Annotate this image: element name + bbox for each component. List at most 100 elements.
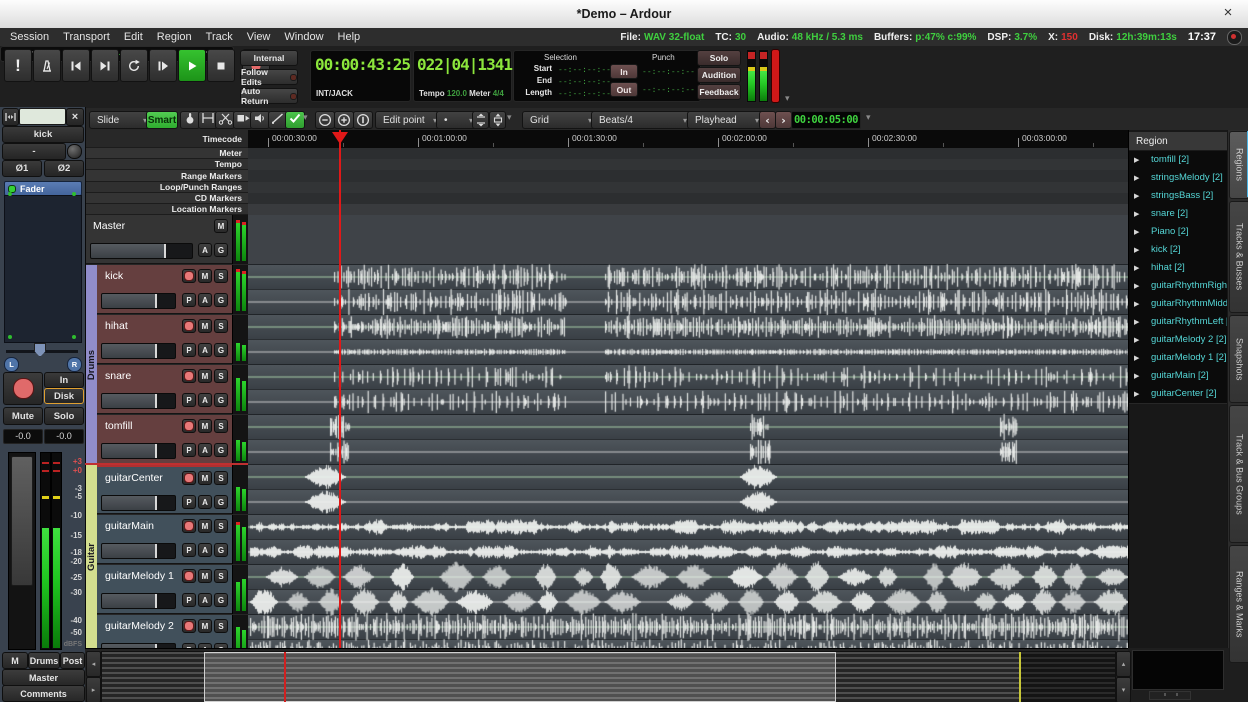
peak-display[interactable]: -0.0 bbox=[44, 429, 84, 444]
region-list-item[interactable]: ▶snare [2] bbox=[1129, 205, 1227, 224]
record-arm-button[interactable] bbox=[182, 419, 196, 433]
expander-icon[interactable]: ▶ bbox=[1134, 282, 1139, 290]
play-button[interactable] bbox=[178, 49, 206, 82]
zoom-fit-button[interactable] bbox=[353, 111, 373, 129]
record-arm-button[interactable] bbox=[182, 369, 196, 383]
track-fader[interactable] bbox=[101, 293, 176, 309]
tab-post[interactable]: Post bbox=[60, 652, 85, 669]
g-track-button[interactable]: G bbox=[214, 593, 228, 607]
m-track-button[interactable]: M bbox=[198, 319, 212, 333]
scroll-right-button[interactable]: ▸ bbox=[86, 677, 101, 702]
loop-button[interactable] bbox=[120, 49, 148, 82]
expander-icon[interactable]: ▶ bbox=[1134, 246, 1139, 254]
smart-mode-button[interactable]: Smart bbox=[146, 111, 178, 129]
gain-fader-track[interactable] bbox=[8, 452, 36, 650]
phase-invert-1-button[interactable]: Ø1 bbox=[2, 160, 42, 177]
comments-button[interactable]: Comments bbox=[2, 685, 85, 702]
track-name[interactable]: kick bbox=[105, 270, 123, 282]
strip-track-name[interactable]: kick bbox=[2, 126, 84, 143]
selection-row-value[interactable]: --:--:--:-- bbox=[558, 77, 611, 86]
strip-close-icon[interactable]: × bbox=[66, 108, 84, 126]
track-name[interactable]: guitarMelody 1 bbox=[105, 570, 174, 582]
m-track-button[interactable]: M bbox=[198, 519, 212, 533]
region-list-item[interactable]: ▶guitarRhythmMiddle [2] bbox=[1129, 295, 1227, 314]
track-header-guitarmelody-2[interactable]: guitarMelody 2MSPAG bbox=[97, 615, 232, 648]
record-arm-button[interactable] bbox=[182, 619, 196, 633]
punch-in-button[interactable]: In bbox=[610, 64, 638, 79]
punch-out-time[interactable]: --:--:--:-- bbox=[642, 85, 695, 94]
expander-icon[interactable]: ▶ bbox=[1134, 318, 1139, 326]
nudge-back-button[interactable]: ‹ bbox=[759, 111, 776, 129]
track-header-guitarmelody-1[interactable]: guitarMelody 1MSPAG bbox=[97, 565, 232, 614]
region-list-item[interactable]: ▶Piano [2] bbox=[1129, 223, 1227, 242]
expander-icon[interactable]: ▶ bbox=[1134, 192, 1139, 200]
nudge-clock[interactable]: 00:00:05:00 bbox=[791, 111, 861, 129]
snap-grid-dropdown[interactable]: Grid▾ bbox=[522, 111, 597, 129]
error-log-button[interactable] bbox=[1227, 30, 1242, 45]
ruler-label-range-markers[interactable]: Range Markers bbox=[85, 170, 248, 182]
g-track-button[interactable]: G bbox=[214, 343, 228, 357]
expander-icon[interactable]: ▶ bbox=[1134, 336, 1139, 344]
a-track-button[interactable]: A bbox=[198, 243, 212, 257]
panel-scrollbar[interactable] bbox=[1149, 691, 1191, 700]
a-track-button[interactable]: A bbox=[198, 393, 212, 407]
disk-monitor-button[interactable]: Disk bbox=[44, 388, 84, 404]
track-fader[interactable] bbox=[101, 443, 176, 459]
zoom-out-button[interactable] bbox=[315, 111, 335, 129]
summary-view-rectangle[interactable] bbox=[204, 652, 836, 702]
menu-item-region[interactable]: Region bbox=[150, 31, 199, 43]
group-band-guitar[interactable]: Guitar bbox=[85, 465, 97, 648]
selection-row-value[interactable]: --:--:--:-- bbox=[558, 89, 611, 98]
stop-button[interactable] bbox=[207, 49, 235, 82]
track-name[interactable]: guitarCenter bbox=[105, 472, 163, 484]
edit-tool-button[interactable] bbox=[285, 111, 305, 129]
gain-display[interactable]: -0.0 bbox=[3, 429, 43, 444]
g-track-button[interactable]: G bbox=[214, 495, 228, 509]
track-name[interactable]: Master bbox=[93, 220, 125, 232]
waveform-canvas[interactable] bbox=[248, 215, 1128, 648]
expander-icon[interactable]: ▶ bbox=[1134, 156, 1139, 164]
s-track-button[interactable]: S bbox=[214, 419, 228, 433]
track-fader[interactable] bbox=[101, 343, 176, 359]
menu-item-help[interactable]: Help bbox=[331, 31, 368, 43]
chevron-down-icon[interactable]: ▾ bbox=[507, 113, 512, 123]
selection-row-value[interactable]: --:--:--:-- bbox=[558, 65, 611, 74]
play-selection-button[interactable] bbox=[149, 49, 177, 82]
strip-width-toggle-icon[interactable] bbox=[2, 108, 19, 126]
g-track-button[interactable]: G bbox=[214, 393, 228, 407]
region-list-item[interactable]: ▶stringsBass [2] bbox=[1129, 187, 1227, 206]
track-fader[interactable] bbox=[101, 495, 176, 511]
p-track-button[interactable]: P bbox=[182, 443, 196, 457]
menu-item-track[interactable]: Track bbox=[199, 31, 240, 43]
side-tab-ranges-marks[interactable]: Ranges & Marks bbox=[1229, 545, 1248, 663]
record-arm-button[interactable] bbox=[3, 372, 43, 405]
expander-icon[interactable]: ▶ bbox=[1134, 372, 1139, 380]
track-header-kick[interactable]: kickMSPAG bbox=[97, 265, 232, 314]
nudge-forward-button[interactable]: › bbox=[775, 111, 792, 129]
playhead-marker[interactable] bbox=[332, 132, 348, 144]
auto-return-toggle[interactable]: Auto Return bbox=[240, 88, 298, 104]
m-track-button[interactable]: M bbox=[198, 269, 212, 283]
ruler-label-location-markers[interactable]: Location Markers bbox=[85, 204, 248, 215]
track-name[interactable]: guitarMelody 2 bbox=[105, 620, 174, 632]
s-track-button[interactable]: S bbox=[214, 471, 228, 485]
sync-source-label[interactable]: INT/JACK bbox=[316, 89, 353, 98]
expander-icon[interactable]: ▶ bbox=[1134, 300, 1139, 308]
midi-panic-button[interactable]: ! bbox=[4, 49, 32, 82]
track-name[interactable]: snare bbox=[105, 370, 131, 382]
editor-canvas[interactable]: 00:00:30:0000:01:00:0000:01:30:0000:02:0… bbox=[248, 130, 1128, 648]
close-icon[interactable]: × bbox=[1220, 5, 1236, 21]
chevron-down-icon[interactable]: ▾ bbox=[303, 113, 308, 123]
summary-strip[interactable] bbox=[101, 651, 1116, 702]
solo-button[interactable]: Solo bbox=[697, 50, 741, 66]
zoom-in-button[interactable] bbox=[334, 111, 354, 129]
side-tab-regions[interactable]: Regions bbox=[1229, 131, 1248, 199]
track-name[interactable]: tomfill bbox=[105, 420, 132, 432]
g-track-button[interactable]: G bbox=[214, 243, 228, 257]
s-track-button[interactable]: S bbox=[214, 369, 228, 383]
tab-group-drums[interactable]: Drums bbox=[28, 652, 60, 669]
a-track-button[interactable]: A bbox=[198, 593, 212, 607]
solo-indicator-bar[interactable] bbox=[771, 49, 780, 103]
group-band-drums[interactable]: Drums bbox=[85, 265, 97, 465]
go-end-button[interactable] bbox=[91, 49, 119, 82]
